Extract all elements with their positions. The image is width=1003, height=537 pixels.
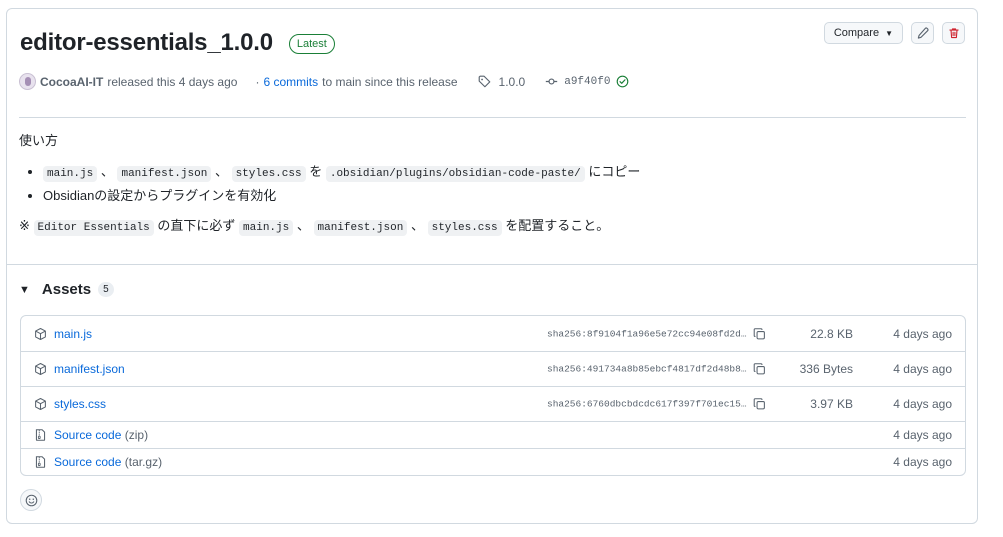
- asset-row-main-js: main.js sha256:8f9104f1a96e5e72cc94e08fd…: [21, 316, 965, 351]
- asset-sha: sha256:8f9104f1a96e5e72cc94e08fd2d31…: [547, 328, 747, 339]
- release-header: editor-essentials_1.0.0 Latest: [20, 29, 335, 57]
- smiley-icon: [25, 494, 38, 507]
- assets-divider: [7, 264, 977, 265]
- code-editor-essentials: Editor Essentials: [33, 220, 154, 236]
- asset-link[interactable]: styles.css: [54, 397, 106, 411]
- asset-date: 4 days ago: [893, 326, 952, 341]
- separator: 、: [296, 218, 310, 233]
- triangle-down-icon: ▼: [19, 283, 30, 296]
- header-divider: [19, 117, 966, 118]
- commits-link[interactable]: 6 commits: [263, 75, 318, 89]
- note-mark: ※: [19, 218, 30, 233]
- add-reaction-button[interactable]: [20, 489, 42, 511]
- file-zip-icon: [34, 429, 47, 442]
- asset-date: 4 days ago: [893, 455, 952, 469]
- commits-suffix: to main since this release: [322, 74, 458, 89]
- source-code-zip-link[interactable]: Source code (zip): [54, 428, 148, 442]
- avatar[interactable]: [19, 73, 36, 90]
- tag-link[interactable]: 1.0.0: [499, 75, 526, 89]
- source-code-targz-link[interactable]: Source code (tar.gz): [54, 455, 162, 469]
- release-notes: 使い方 main.js 、 manifest.json 、 styles.css…: [19, 131, 959, 238]
- released-text: released this 4 days ago: [107, 74, 238, 89]
- git-commit-icon: [545, 75, 558, 88]
- text: にコピー: [588, 164, 641, 179]
- latest-badge: Latest: [288, 34, 335, 54]
- copy-icon[interactable]: [753, 363, 766, 376]
- asset-size: 22.8 KB: [810, 326, 853, 341]
- assets-count-badge: 5: [98, 282, 114, 297]
- notes-remark: ※ Editor Essentials の直下に必ず main.js 、 man…: [19, 216, 959, 238]
- delete-button[interactable]: [942, 22, 965, 44]
- compare-button[interactable]: Compare ▼: [823, 22, 903, 44]
- asset-link-text: Source code: [54, 428, 122, 442]
- commit-sha-link[interactable]: a9f40f0: [564, 76, 610, 88]
- verified-check-icon[interactable]: [616, 75, 629, 88]
- asset-size: 3.97 KB: [810, 397, 853, 411]
- asset-link-suffix: (tar.gz): [124, 455, 163, 469]
- release-title[interactable]: editor-essentials_1.0.0: [20, 29, 273, 57]
- asset-date: 4 days ago: [893, 428, 952, 442]
- asset-row-manifest-json: manifest.json sha256:491734a8b85ebcf4817…: [21, 351, 965, 386]
- release-actions: Compare ▼: [823, 22, 965, 44]
- asset-link-suffix: (zip): [124, 428, 149, 442]
- asset-date: 4 days ago: [893, 362, 952, 376]
- code-styles-css: styles.css: [427, 220, 502, 236]
- list-item: Obsidianの設定からプラグインを有効化: [43, 185, 959, 207]
- code-styles-css: styles.css: [231, 166, 306, 182]
- separator: 、: [214, 164, 228, 179]
- file-zip-icon: [34, 456, 47, 469]
- package-icon: [34, 327, 47, 340]
- asset-row-source-targz: Source code (tar.gz) 4 days ago: [21, 448, 965, 475]
- asset-link[interactable]: main.js: [54, 327, 92, 341]
- assets-toggle[interactable]: ▼ Assets 5: [19, 281, 114, 298]
- list-item: main.js 、 manifest.json 、 styles.css を .…: [43, 161, 959, 185]
- package-icon: [34, 397, 47, 411]
- copy-icon[interactable]: [753, 398, 766, 411]
- text: を: [309, 164, 323, 179]
- separator: 、: [410, 218, 424, 233]
- separator: 、: [100, 164, 114, 179]
- code-manifest-json: manifest.json: [117, 166, 212, 182]
- code-main-js: main.js: [43, 166, 98, 182]
- asset-sha: sha256:6760dbcbdcdc617f397f701ec1594…: [547, 398, 747, 410]
- asset-link[interactable]: manifest.json: [54, 362, 125, 376]
- assets-label: Assets: [41, 281, 92, 298]
- asset-link-text: Source code: [54, 455, 122, 469]
- author-link[interactable]: CocoaAI-IT: [40, 75, 103, 89]
- edit-button[interactable]: [911, 22, 934, 44]
- copy-icon[interactable]: [753, 327, 766, 340]
- commits-prefix: ·: [255, 74, 260, 89]
- notes-heading: 使い方: [19, 133, 59, 148]
- asset-date: 4 days ago: [893, 397, 952, 411]
- asset-row-styles-css: styles.css sha256:6760dbcbdcdc617f397f70…: [21, 386, 965, 421]
- release-meta: CocoaAI-IT released this 4 days ago · 6 …: [19, 73, 629, 90]
- text: の直下に必ず: [157, 218, 236, 233]
- release-card: editor-essentials_1.0.0 Latest Compare ▼…: [6, 8, 978, 524]
- compare-label: Compare: [833, 27, 880, 39]
- asset-row-source-zip: Source code (zip) 4 days ago: [21, 421, 965, 448]
- asset-size: 336 Bytes: [799, 362, 853, 376]
- trash-icon: [948, 27, 960, 39]
- package-icon: [34, 362, 47, 376]
- code-manifest-json: manifest.json: [313, 220, 408, 236]
- tag-icon: [478, 75, 491, 88]
- pencil-icon: [917, 27, 929, 39]
- assets-list: main.js sha256:8f9104f1a96e5e72cc94e08fd…: [20, 315, 966, 476]
- text: を配置すること。: [505, 218, 610, 233]
- code-main-js: main.js: [239, 220, 294, 236]
- notes-list: main.js 、 manifest.json 、 styles.css を .…: [43, 161, 959, 207]
- asset-sha: sha256:491734a8b85ebcf4817df2d48b88d…: [547, 363, 747, 375]
- triangle-down-icon: ▼: [885, 28, 893, 38]
- code-plugin-path: .obsidian/plugins/obsidian-code-paste/: [325, 166, 585, 182]
